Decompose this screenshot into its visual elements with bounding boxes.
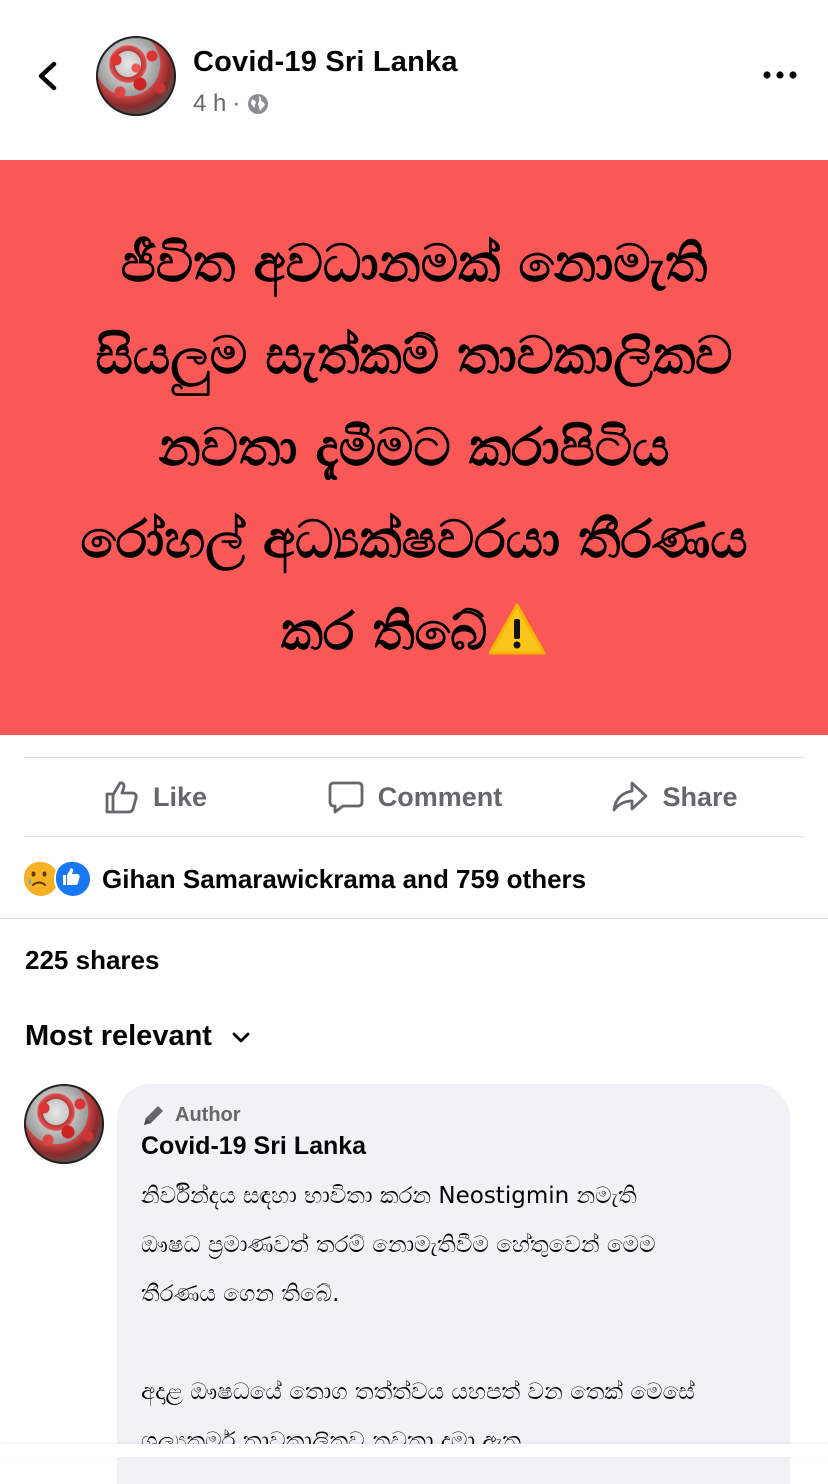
- comment-text: නිර්වින්දය සඳහා භාවිතා කරන Neostigmin නම…: [141, 1172, 771, 1466]
- post-text-last: කර තිබේ: [280, 601, 488, 662]
- comment-line: ශල්‍යකර්ම තාවකාලිකව නවතා දමා ඇත.: [141, 1428, 529, 1454]
- author-badge: Author: [141, 1102, 241, 1128]
- reactions-summary[interactable]: Gihan Samarawickrama and 759 others: [22, 860, 586, 898]
- comment-line: ඖෂධ ප්‍රමාණවත් තරම් නොමැතිවීම හේතුවෙන් ම…: [141, 1232, 656, 1258]
- like-label: Like: [152, 781, 208, 812]
- commenter-name[interactable]: Covid-19 Sri Lanka: [141, 1132, 366, 1161]
- bottom-edge: [0, 1444, 828, 1457]
- divider: [0, 918, 828, 919]
- post-text-line: නවතා දැමීමට කරාපිටිය: [158, 417, 670, 478]
- share-button[interactable]: Share: [544, 777, 804, 817]
- commenter-avatar[interactable]: [24, 1084, 104, 1164]
- post-text-line: ජීවිත අවධානමක් නොමැති: [120, 233, 708, 294]
- globe-icon: [248, 94, 269, 114]
- comment-bubble: Author Covid-19 Sri Lanka නිර්වින්දය සඳහ…: [117, 1084, 790, 1484]
- comment-label: Comment: [377, 781, 503, 812]
- post-actions: Like Comment Share: [24, 758, 804, 836]
- post-text-line: රෝහල් අධ්‍යක්ෂවරයා තීරණය: [80, 509, 748, 570]
- comment-sort-dropdown[interactable]: Most relevant: [25, 1020, 252, 1053]
- comment-line: අදාළ ඖෂධයේ තොග තත්ත්වය යහපත් වන තෙක් මෙස…: [141, 1379, 695, 1405]
- author-badge-label: Author: [175, 1103, 241, 1126]
- share-icon: [613, 781, 648, 812]
- reactions-text: Gihan Samarawickrama and 759 others: [102, 863, 587, 894]
- post-time[interactable]: 4 h: [193, 90, 226, 118]
- post-image[interactable]: ජීවිත අවධානමක් නොමැති සියලුම සැත්කම් තාව…: [0, 160, 828, 735]
- shares-count[interactable]: 225 shares: [25, 945, 159, 976]
- post-text: ජීවිත අවධානමක් නොමැති සියලුම සැත්කම් තාව…: [54, 218, 774, 678]
- comment-line: තීරණය ගෙන තිබේ.: [141, 1281, 340, 1307]
- comment-line: නිර්වින්දය සඳහා භාවිතා කරන Neostigmin නම…: [141, 1183, 637, 1209]
- like-reaction-icon: [54, 860, 92, 898]
- post-text-line: කර තිබේ: [54, 586, 774, 678]
- thumbs-up-icon: [105, 781, 138, 814]
- page-avatar[interactable]: [96, 36, 176, 116]
- comment-icon: [328, 781, 364, 814]
- post-text-line: සියලුම සැත්කම් තාවකාලිකව: [95, 325, 733, 386]
- comment-button[interactable]: Comment: [284, 777, 544, 817]
- post-header: Covid-19 Sri Lanka 4 h ·: [0, 0, 828, 160]
- chevron-left-icon[interactable]: [28, 56, 68, 96]
- page-name[interactable]: Covid-19 Sri Lanka: [193, 46, 458, 79]
- like-button[interactable]: Like: [24, 777, 284, 817]
- share-label: Share: [662, 781, 738, 812]
- chevron-down-icon: [232, 1032, 250, 1042]
- pencil-icon: [144, 1106, 163, 1125]
- sort-label: Most relevant: [25, 1020, 212, 1052]
- post-meta: 4 h ·: [193, 90, 270, 118]
- warning-icon: [488, 603, 546, 654]
- more-horizontal-icon[interactable]: [760, 60, 800, 90]
- meta-separator: ·: [232, 90, 241, 117]
- divider: [24, 836, 804, 837]
